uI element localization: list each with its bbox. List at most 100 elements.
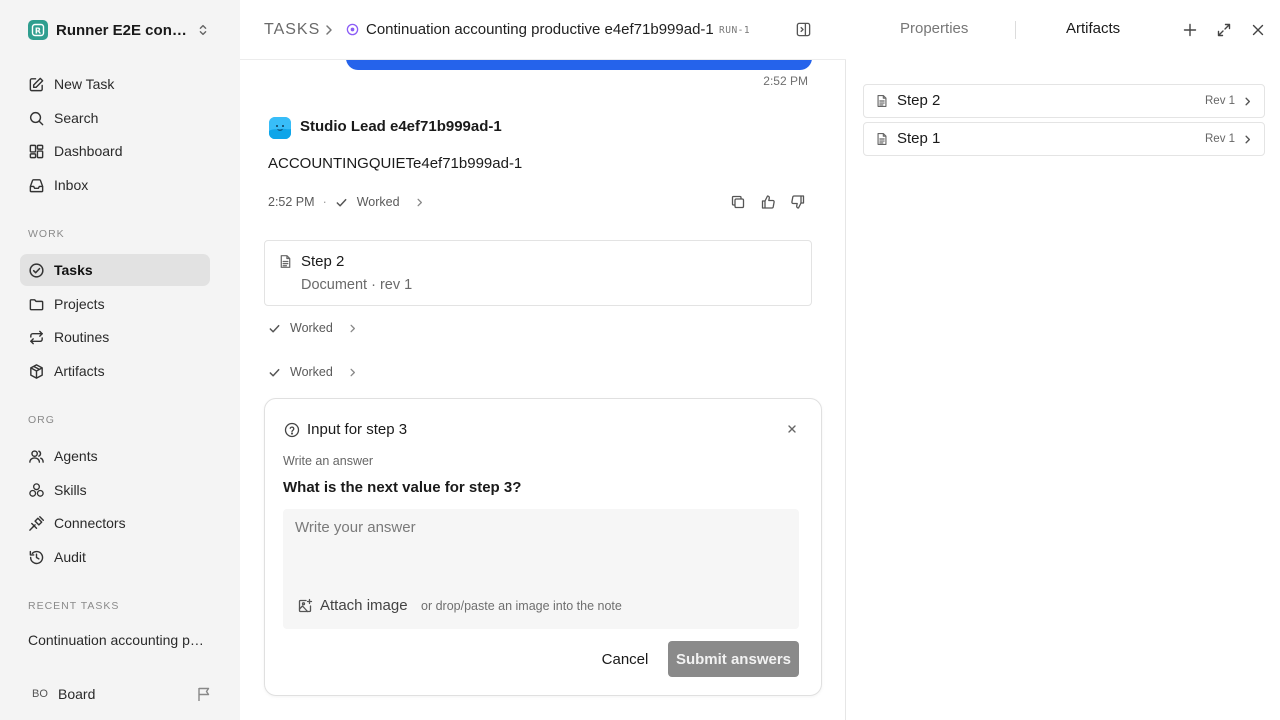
thumbs-up-icon[interactable]	[760, 194, 776, 210]
sidebar-item-label: Dashboard	[54, 143, 123, 159]
status-in-progress-icon	[346, 23, 359, 36]
sidebar-item-skills[interactable]: Skills	[20, 474, 210, 506]
artifact-item[interactable]: Step 1 Rev 1	[863, 122, 1265, 156]
tab-properties[interactable]: Properties	[900, 20, 968, 42]
breadcrumb-tasks[interactable]: TASKS	[264, 21, 320, 39]
sidebar-item-new-task[interactable]: New Task	[20, 68, 210, 100]
check-icon	[268, 322, 281, 335]
users-icon	[28, 448, 45, 465]
sidebar-item-label: Skills	[54, 482, 87, 498]
image-plus-icon	[297, 598, 313, 614]
sidebar-item-tasks[interactable]: Tasks	[20, 254, 210, 286]
close-icon[interactable]	[786, 423, 798, 435]
message-actions	[730, 194, 806, 210]
worked-label: Worked	[290, 321, 333, 335]
sidebar-item-label: New Task	[54, 76, 115, 92]
question-prompt: What is the next value for step 3?	[283, 479, 522, 496]
sidebar-item-label: Inbox	[54, 177, 89, 193]
sidebar-item-label: Routines	[54, 329, 110, 345]
chevrons-updown-icon[interactable]	[196, 23, 210, 37]
worked-toggle[interactable]: Worked	[268, 319, 358, 337]
task-thread: TASKS Continuation accounting productive…	[240, 0, 846, 720]
user-menu[interactable]: BO Board	[20, 680, 220, 708]
submit-answers-button[interactable]: Submit answers	[668, 641, 799, 677]
avatar: BO	[28, 682, 52, 706]
sidebar: R Runner E2E continuation New Task Searc…	[0, 0, 240, 720]
tab-divider	[1015, 21, 1016, 39]
document-icon	[278, 254, 293, 269]
chevron-right-icon	[322, 23, 336, 37]
chevron-right-icon	[1242, 96, 1253, 107]
check-icon	[335, 196, 348, 209]
answer-input[interactable]	[283, 509, 799, 581]
history-icon	[28, 549, 45, 566]
worked-toggle[interactable]: Worked	[357, 195, 400, 209]
help-circle-icon	[284, 422, 300, 438]
separator-dot: ·	[322, 195, 327, 209]
sidebar-item-projects[interactable]: Projects	[20, 288, 210, 320]
box-icon	[28, 363, 45, 380]
svg-text:R: R	[35, 26, 41, 35]
page-title: Continuation accounting productive e4ef7…	[366, 21, 714, 38]
sidebar-item-routines[interactable]: Routines	[20, 321, 210, 353]
workspace-switcher[interactable]: R Runner E2E continuation	[20, 14, 220, 46]
check-circle-icon	[28, 262, 45, 279]
message-meta: 2:52 PM · Worked	[268, 193, 425, 211]
plug-icon	[28, 515, 45, 532]
worked-toggle[interactable]: Worked	[268, 363, 358, 381]
sidebar-item-artifacts[interactable]: Artifacts	[20, 355, 210, 387]
repeat-icon	[28, 329, 45, 346]
attach-image-button[interactable]: Attach image	[297, 597, 408, 614]
details-panel: Properties Artifacts Step 2 Rev 1 Step 1…	[847, 0, 1280, 720]
artifact-revision: Rev 1	[1205, 95, 1236, 107]
flag-icon[interactable]	[196, 686, 212, 702]
question-card: Input for step 3 Write an answer What is…	[264, 398, 822, 696]
artifact-item[interactable]: Step 2 Rev 1	[863, 84, 1265, 118]
check-icon	[268, 366, 281, 379]
sidebar-item-search[interactable]: Search	[20, 102, 210, 134]
message-timestamp: 2:52 PM	[268, 195, 315, 209]
document-subtitle: Document · rev 1	[301, 277, 413, 293]
inbox-icon	[28, 177, 45, 194]
close-icon[interactable]	[1250, 22, 1266, 38]
chevron-right-icon[interactable]	[414, 197, 425, 208]
chevron-right-icon	[1242, 134, 1253, 145]
artifact-name: Step 1	[897, 130, 941, 147]
plus-icon[interactable]	[1182, 22, 1198, 38]
sidebar-item-label: Artifacts	[54, 363, 105, 379]
sidebar-item-inbox[interactable]: Inbox	[20, 169, 210, 201]
user-name: Board	[58, 686, 96, 702]
document-title: Step 2	[301, 253, 345, 270]
chevron-right-icon	[347, 367, 358, 378]
pencil-square-icon	[28, 76, 45, 93]
sidebar-item-label: Audit	[54, 549, 86, 565]
sidebar-item-agents[interactable]: Agents	[20, 440, 210, 472]
panel-toggle-icon[interactable]	[795, 21, 812, 38]
folder-icon	[28, 296, 45, 313]
agent-message: ACCOUNTINGQUIETe4ef71b999ad-1	[268, 155, 523, 172]
answer-box: Attach image or drop/paste an image into…	[283, 509, 799, 629]
task-header: TASKS Continuation accounting productive…	[240, 0, 846, 60]
cancel-button[interactable]: Cancel	[591, 641, 659, 677]
sidebar-item-audit[interactable]: Audit	[20, 541, 210, 573]
skills-icon	[28, 482, 45, 499]
agent-name: Studio Lead e4ef71b999ad-1	[300, 118, 502, 135]
tab-artifacts[interactable]: Artifacts	[1066, 20, 1120, 42]
thumbs-down-icon[interactable]	[790, 194, 806, 210]
document-card[interactable]: Step 2 Document · rev 1	[264, 240, 812, 306]
answer-mode-label: Write an answer	[283, 454, 374, 468]
recent-task-item[interactable]: Continuation accounting productive e4ef7…	[28, 632, 208, 652]
sidebar-item-label: Tasks	[54, 262, 93, 278]
document-icon	[875, 132, 889, 146]
sidebar-item-connectors[interactable]: Connectors	[20, 507, 210, 539]
document-icon	[875, 94, 889, 108]
dashboard-icon	[28, 143, 45, 160]
workspace-name: Runner E2E continuation	[56, 21, 190, 39]
sidebar-item-dashboard[interactable]: Dashboard	[20, 135, 210, 167]
expand-icon[interactable]	[1216, 22, 1232, 38]
copy-icon[interactable]	[730, 194, 746, 210]
section-label-recent: RECENT TASKS	[28, 600, 120, 612]
section-label-org: ORG	[28, 414, 55, 426]
section-label-work: WORK	[28, 228, 65, 240]
agent-avatar	[269, 117, 291, 139]
